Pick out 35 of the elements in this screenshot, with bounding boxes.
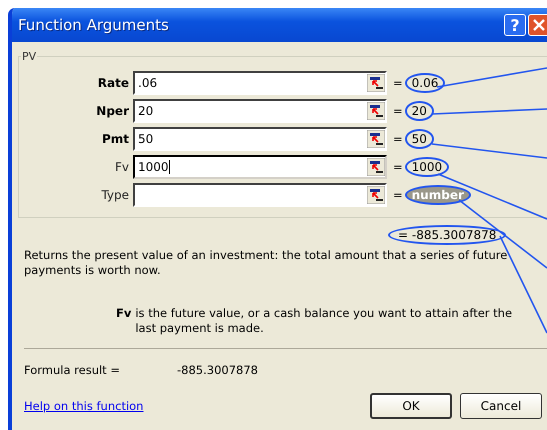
argument-label: Type <box>100 188 130 202</box>
formula-result-value: -885.3007878 <box>177 363 258 377</box>
help-button[interactable]: ? <box>504 14 526 36</box>
argument-result: 50 <box>404 129 434 149</box>
argument-field[interactable]: .06 <box>133 71 387 95</box>
help-link[interactable]: Help on this function <box>24 399 370 413</box>
function-description: Returns the present value of an investment: the total amount that a series of future payments is worth now. <box>24 248 508 278</box>
equals-sign: = <box>393 76 403 90</box>
argument-label: Pmt <box>100 132 130 146</box>
cancel-button[interactable]: Cancel <box>460 393 542 419</box>
argument-label: Rate <box>96 76 130 90</box>
group-title: PV <box>21 50 38 63</box>
formula-result-label: Formula result = <box>24 363 121 377</box>
argument-field[interactable]: 1000 <box>133 155 387 179</box>
ok-button[interactable]: OK <box>370 393 452 419</box>
equals-sign: = <box>393 160 403 174</box>
argument-field[interactable]: 50 <box>133 127 387 151</box>
argument-label: Fv <box>114 160 130 174</box>
window-title: Function Arguments <box>18 16 170 34</box>
field-value: 1000 <box>137 160 169 174</box>
argument-result: number <box>404 185 471 205</box>
equals-sign: = <box>393 132 403 146</box>
argument-result: 1000 <box>404 157 450 177</box>
argument-result: 0.06 <box>404 73 446 93</box>
field-value: 20 <box>137 104 154 118</box>
argument-label: Nper <box>95 104 130 118</box>
field-value: .06 <box>137 76 158 90</box>
argument-result: 20 <box>404 101 434 121</box>
argument-description: is the future value, or a cash balance you want to attain after the last payment is made. <box>135 306 514 336</box>
field-value: 50 <box>137 132 154 146</box>
function-result: = -885.3007878 <box>388 225 506 245</box>
equals-sign: = <box>393 188 403 202</box>
argument-field[interactable]: 20 <box>133 99 387 123</box>
equals-sign: = <box>393 104 403 118</box>
argument-name: Fv <box>116 306 132 322</box>
